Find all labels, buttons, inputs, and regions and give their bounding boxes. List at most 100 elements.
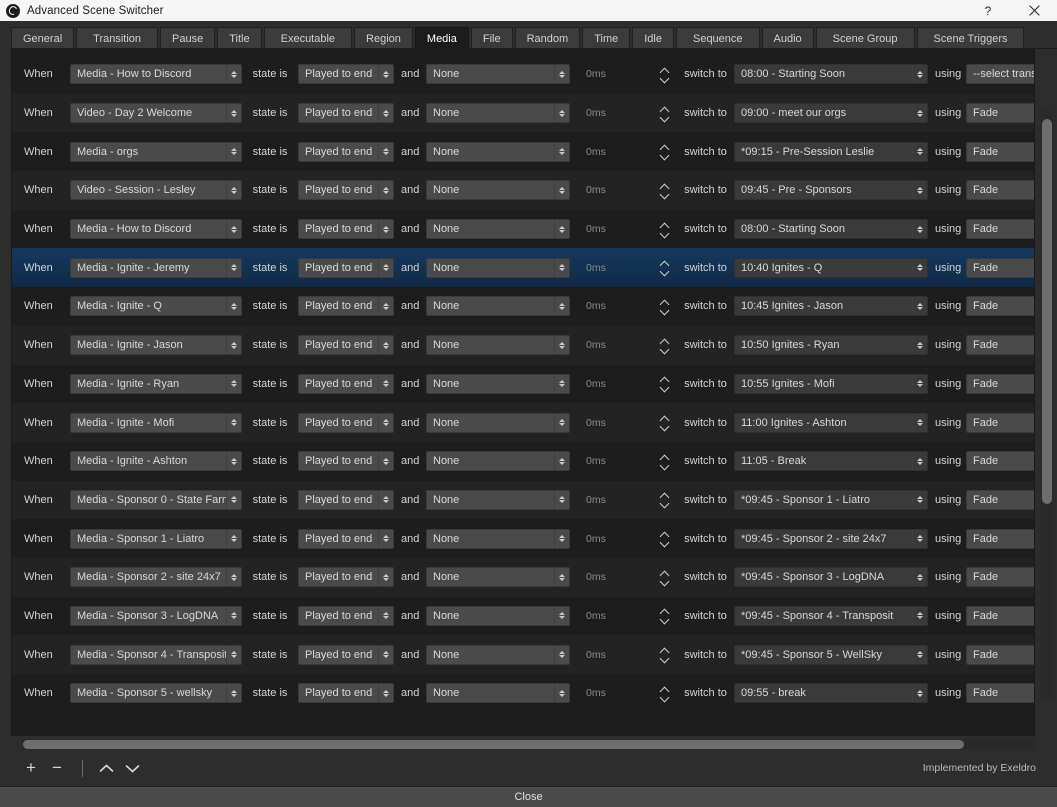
transition-select[interactable]: Fade bbox=[966, 373, 1034, 394]
media-state-select[interactable]: Played to end bbox=[298, 451, 394, 472]
rule-row[interactable]: When Media - Ignite - Jason state is Played… bbox=[12, 325, 1034, 365]
media-state-select[interactable]: Played to end bbox=[298, 180, 394, 201]
spinner-icon[interactable] bbox=[378, 452, 393, 471]
media-source-select[interactable]: Media - Sponsor 2 - site 24x7 bbox=[70, 567, 242, 588]
time-condition-select[interactable]: None bbox=[426, 141, 570, 162]
spinner-icon[interactable] bbox=[226, 258, 241, 277]
spinner-icon[interactable] bbox=[378, 220, 393, 239]
spinner-icon[interactable] bbox=[554, 336, 569, 355]
chevron-up-icon[interactable] bbox=[660, 455, 669, 460]
chevron-up-icon[interactable] bbox=[660, 184, 669, 189]
chevron-down-icon[interactable] bbox=[660, 540, 669, 545]
rule-row[interactable]: When Media - orgs state is Played to end and… bbox=[12, 132, 1034, 172]
chevron-down-icon[interactable] bbox=[660, 269, 669, 274]
time-condition-select[interactable]: None bbox=[426, 567, 570, 588]
chevron-down-icon[interactable] bbox=[660, 501, 669, 506]
tab-scene-triggers[interactable]: Scene Triggers bbox=[916, 27, 1025, 49]
media-state-select[interactable]: Played to end bbox=[298, 605, 394, 626]
spinner-icon[interactable] bbox=[378, 104, 393, 123]
delay-stepper[interactable] bbox=[656, 257, 673, 279]
spinner-icon[interactable] bbox=[226, 181, 241, 200]
target-scene-select[interactable]: 11:00 Ignites - Ashton bbox=[734, 412, 928, 433]
media-state-select[interactable]: Played to end bbox=[298, 567, 394, 588]
spinner-icon[interactable] bbox=[554, 645, 569, 664]
spinner-icon[interactable] bbox=[226, 490, 241, 509]
delay-stepper[interactable] bbox=[656, 218, 673, 240]
tab-general[interactable]: General bbox=[11, 27, 75, 49]
time-condition-select[interactable]: None bbox=[426, 451, 570, 472]
spinner-icon[interactable] bbox=[554, 258, 569, 277]
time-condition-select[interactable]: None bbox=[426, 373, 570, 394]
delay-stepper[interactable] bbox=[656, 489, 673, 511]
target-scene-select[interactable]: *09:45 - Sponsor 1 - Liatro bbox=[734, 489, 928, 510]
delay-stepper[interactable] bbox=[656, 682, 673, 704]
transition-select[interactable]: Fade bbox=[966, 335, 1034, 356]
rule-row[interactable]: When Media - Sponsor 2 - site 24x7 state i… bbox=[12, 557, 1034, 597]
time-condition-select[interactable]: None bbox=[426, 219, 570, 240]
transition-select[interactable]: Fade bbox=[966, 257, 1034, 278]
time-condition-select[interactable]: None bbox=[426, 335, 570, 356]
chevron-up-icon[interactable] bbox=[660, 532, 669, 537]
spinner-icon[interactable] bbox=[554, 104, 569, 123]
time-condition-select[interactable]: None bbox=[426, 257, 570, 278]
delay-stepper[interactable] bbox=[656, 179, 673, 201]
transition-select[interactable]: Fade bbox=[966, 219, 1034, 240]
time-condition-select[interactable]: None bbox=[426, 64, 570, 85]
chevron-up-icon[interactable] bbox=[660, 416, 669, 421]
transition-select[interactable]: Fade bbox=[966, 412, 1034, 433]
delay-stepper[interactable] bbox=[656, 102, 673, 124]
chevron-down-icon[interactable] bbox=[660, 231, 669, 236]
tab-time[interactable]: Time bbox=[582, 27, 631, 49]
tab-region[interactable]: Region bbox=[354, 27, 413, 49]
spinner-icon[interactable] bbox=[378, 336, 393, 355]
spinner-icon[interactable] bbox=[912, 258, 927, 277]
transition-select[interactable]: Fade bbox=[966, 644, 1034, 665]
chevron-up-icon[interactable] bbox=[660, 68, 669, 73]
target-scene-select[interactable]: *09:45 - Sponsor 4 - Transposit bbox=[734, 605, 928, 626]
delay-stepper[interactable] bbox=[656, 450, 673, 472]
media-state-select[interactable]: Played to end bbox=[298, 335, 394, 356]
delay-stepper[interactable] bbox=[656, 644, 673, 666]
spinner-icon[interactable] bbox=[554, 181, 569, 200]
rule-row[interactable]: When Media - Ignite - Mofi state is Played … bbox=[12, 403, 1034, 442]
spinner-icon[interactable] bbox=[226, 142, 241, 161]
spinner-icon[interactable] bbox=[378, 529, 393, 548]
transition-select[interactable]: Fade bbox=[966, 605, 1034, 626]
spinner-icon[interactable] bbox=[378, 258, 393, 277]
rule-row[interactable]: When Media - Ignite - Ryan state is Played … bbox=[12, 364, 1034, 404]
chevron-down-icon[interactable] bbox=[660, 115, 669, 120]
tab-scene-group[interactable]: Scene Group bbox=[815, 27, 915, 49]
tab-title[interactable]: Title bbox=[217, 27, 262, 49]
spinner-icon[interactable] bbox=[912, 645, 927, 664]
rule-row[interactable]: When Media - Sponsor 1 - Liatro state is Pl… bbox=[12, 519, 1034, 558]
media-state-select[interactable]: Played to end bbox=[298, 683, 394, 704]
media-source-select[interactable]: Media - Sponsor 3 - LogDNA bbox=[70, 605, 242, 626]
time-condition-select[interactable]: None bbox=[426, 683, 570, 704]
transition-select[interactable]: Fade bbox=[966, 296, 1034, 317]
media-source-select[interactable]: Media - Sponsor 0 - State Farm bbox=[70, 489, 242, 510]
media-source-select[interactable]: Media - orgs bbox=[70, 141, 242, 162]
spinner-icon[interactable] bbox=[378, 65, 393, 84]
target-scene-select[interactable]: 09:00 - meet our orgs bbox=[734, 103, 928, 124]
media-state-select[interactable]: Played to end bbox=[298, 257, 394, 278]
target-scene-select[interactable]: 08:00 - Starting Soon bbox=[734, 64, 928, 85]
spinner-icon[interactable] bbox=[226, 374, 241, 393]
spinner-icon[interactable] bbox=[378, 297, 393, 316]
media-source-select[interactable]: Media - Sponsor 1 - Liatro bbox=[70, 528, 242, 549]
transition-select[interactable]: Fade bbox=[966, 489, 1034, 510]
transition-select[interactable]: Fade bbox=[966, 141, 1034, 162]
spinner-icon[interactable] bbox=[378, 490, 393, 509]
spinner-icon[interactable] bbox=[554, 568, 569, 587]
chevron-down-icon[interactable] bbox=[660, 579, 669, 584]
tab-file[interactable]: File bbox=[470, 27, 513, 49]
rule-row[interactable]: When Media - Sponsor 3 - LogDNA state is Pl… bbox=[12, 596, 1034, 636]
spinner-icon[interactable] bbox=[554, 65, 569, 84]
chevron-up-icon[interactable] bbox=[660, 648, 669, 653]
spinner-icon[interactable] bbox=[378, 606, 393, 625]
media-source-select[interactable]: Media - Sponsor 5 - wellsky bbox=[70, 683, 242, 704]
horizontal-scrollbar-thumb[interactable] bbox=[23, 740, 964, 749]
spinner-icon[interactable] bbox=[554, 452, 569, 471]
tab-idle[interactable]: Idle bbox=[632, 27, 674, 49]
rule-row[interactable]: When Media - Ignite - Ashton state is Playe… bbox=[12, 441, 1034, 481]
spinner-icon[interactable] bbox=[554, 490, 569, 509]
